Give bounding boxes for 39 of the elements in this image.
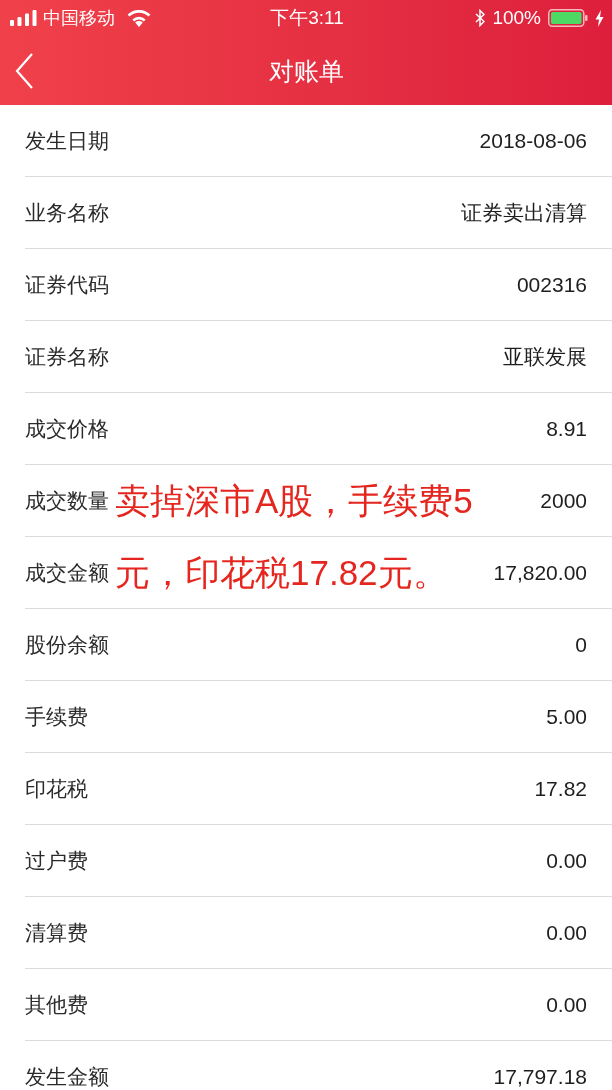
charging-bolt-icon bbox=[595, 9, 604, 27]
row-value: 0.00 bbox=[546, 847, 587, 874]
row-label: 发生日期 bbox=[25, 127, 109, 154]
row-label: 业务名称 bbox=[25, 199, 109, 226]
row-value: 0.00 bbox=[546, 919, 587, 946]
annotation-text: 卖掉深市A股，手续费5元，印花税17.82元。 bbox=[115, 480, 474, 594]
row-label: 印花税 bbox=[25, 775, 88, 802]
bluetooth-icon bbox=[475, 9, 486, 27]
row-value: 2018-08-06 bbox=[479, 127, 587, 154]
row-value: 0.00 bbox=[546, 991, 587, 1018]
row-label: 证券名称 bbox=[25, 343, 109, 370]
row-label: 其他费 bbox=[25, 991, 88, 1018]
row-label: 发生金额 bbox=[25, 1063, 109, 1090]
row-value: 17.82 bbox=[534, 775, 587, 802]
chevron-left-icon bbox=[15, 52, 33, 89]
carrier-name: 中国移动 bbox=[43, 7, 115, 29]
row-label: 清算费 bbox=[25, 919, 88, 946]
battery-percent: 100% bbox=[492, 7, 541, 29]
row-label: 过户费 bbox=[25, 847, 88, 874]
row-label: 手续费 bbox=[25, 703, 88, 730]
row-value: 5.00 bbox=[546, 703, 587, 730]
battery-icon bbox=[548, 9, 588, 27]
page-title: 对账单 bbox=[268, 55, 344, 87]
row-value: 证券卖出清算 bbox=[461, 199, 587, 226]
signal-icon bbox=[10, 10, 37, 26]
row-value: 002316 bbox=[516, 271, 587, 298]
status-time: 下午3:11 bbox=[270, 7, 344, 29]
row-value: 8.91 bbox=[546, 415, 587, 442]
row-value: 2000 bbox=[540, 487, 587, 514]
wifi-icon bbox=[127, 9, 151, 27]
row-value: 17,820.00 bbox=[493, 559, 587, 586]
row-value: 17,797.18 bbox=[493, 1063, 587, 1090]
row-label: 证券代码 bbox=[25, 271, 109, 298]
row-value: 0 bbox=[575, 631, 587, 658]
row-label: 股份余额 bbox=[25, 631, 109, 658]
row-value: 亚联发展 bbox=[503, 343, 587, 370]
row-label: 成交金额 bbox=[25, 559, 109, 586]
row-label: 成交价格 bbox=[25, 415, 109, 442]
row-label: 成交数量 bbox=[25, 487, 109, 514]
